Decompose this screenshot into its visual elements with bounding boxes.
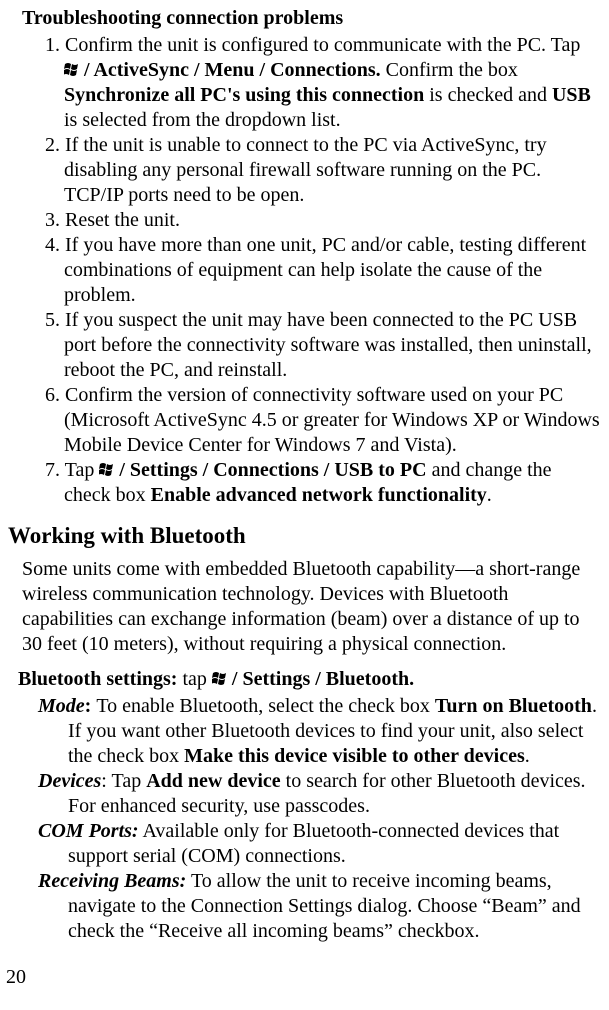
item-text: To enable Bluetooth, select the check bo… [96,695,435,717]
bt-settings-path: / Settings / Bluetooth. [232,668,414,690]
list-item: Mode: To enable Bluetooth, select the ch… [38,694,601,769]
list-item: 6. Confirm the version of connectivity s… [22,383,601,458]
heading-bt-settings: Bluetooth settings: tap / Settings / Blu… [18,667,601,692]
list-item: 7. Tap / Settings / Connections / USB to… [22,458,601,508]
item-text: Tap [112,770,147,792]
step-text: If you suspect the unit may have been co… [64,309,592,381]
bt-settings-label: Bluetooth settings: [18,668,177,690]
step-text: Tap [65,459,100,481]
step-bold: USB [552,84,591,106]
windows-flag-icon [212,671,232,687]
list-item: 2. If the unit is unable to connect to t… [22,133,601,208]
bt-settings-tap: tap [177,668,211,690]
list-item: 5. If you suspect the unit may have been… [22,308,601,383]
bluetooth-intro: Some units come with embedded Bluetooth … [22,557,601,657]
step-text: Confirm the unit is configured to commun… [65,34,580,56]
list-item: 4. If you have more than one unit, PC an… [22,233,601,308]
step-bold: / ActiveSync / Menu / Connections. [84,59,381,81]
list-item: Receiving Beams: To allow the unit to re… [38,869,601,944]
step-bold: / Settings / Connections / USB to PC [119,459,426,481]
list-item: Devices: Tap Add new device to search fo… [38,769,601,819]
item-bold: Make this device visible to other device… [184,745,525,767]
step-text: is selected from the dropdown list. [64,109,341,131]
item-text: . [525,745,530,767]
list-item: 3. Reset the unit. [22,208,601,233]
step-text: Confirm the box [381,59,518,81]
item-bold: Turn on Bluetooth [435,695,592,717]
windows-flag-icon [64,62,84,78]
bluetooth-items: Mode: To enable Bluetooth, select the ch… [38,694,601,944]
item-text: Available only for Bluetooth-connected d… [68,820,559,867]
step-text: If you have more than one unit, PC and/o… [64,234,586,306]
item-head: Receiving Beams: [38,870,186,892]
list-item: COM Ports: Available only for Bluetooth-… [38,819,601,869]
windows-flag-icon [99,462,119,478]
troubleshoot-steps: 1. Confirm the unit is configured to com… [22,33,601,508]
step-text: If the unit is unable to connect to the … [64,134,547,206]
step-text: . [487,484,492,506]
heading-bluetooth: Working with Bluetooth [8,522,601,551]
step-text: is checked and [424,84,552,106]
item-colon: : [101,770,111,792]
list-item: 1. Confirm the unit is configured to com… [22,33,601,133]
heading-troubleshoot: Troubleshooting connection problems [22,6,601,31]
page-number: 20 [6,965,26,990]
step-text: Reset the unit. [65,209,180,231]
item-head: Devices [38,770,101,792]
step-text: Confirm the version of connectivity soft… [64,384,600,456]
item-head: COM Ports: [38,820,139,842]
step-bold: Synchronize all PC's using this connecti… [64,84,424,106]
step-bold: Enable advanced network functionality [151,484,487,506]
item-head: Mode [38,695,85,717]
item-bold: Add new device [146,770,280,792]
item-colon: : [85,695,97,717]
